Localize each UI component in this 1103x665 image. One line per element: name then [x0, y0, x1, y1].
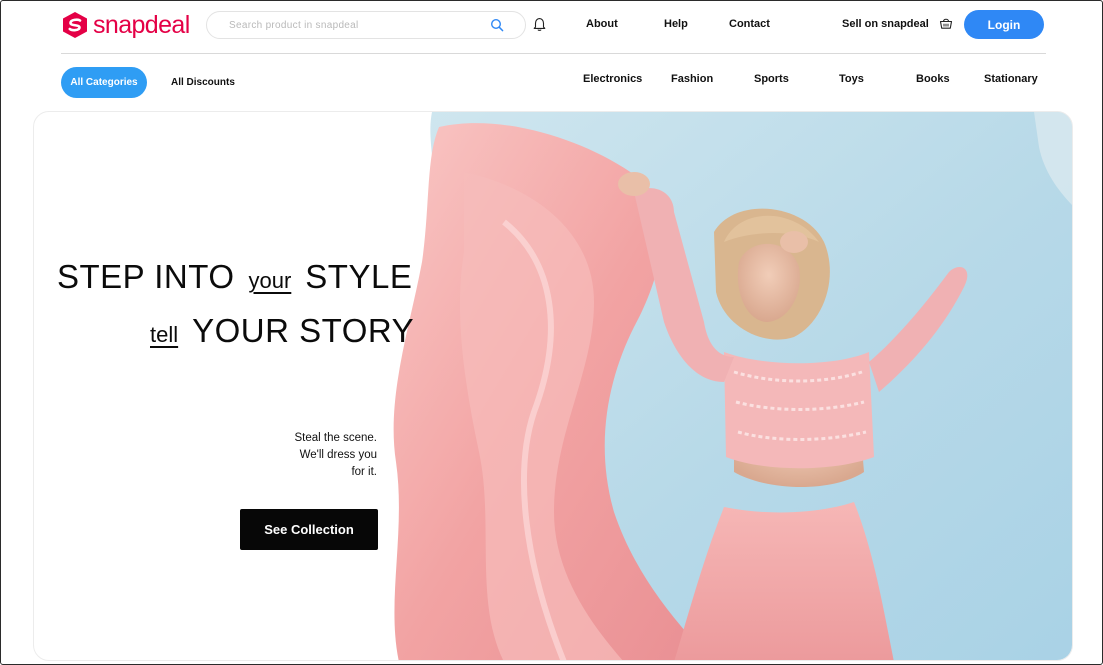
headline-your: your — [248, 268, 292, 293]
headline-line-2: tell YOUR STORY — [150, 312, 414, 350]
search-bar — [206, 11, 526, 39]
nav-help[interactable]: Help — [664, 18, 688, 30]
headline-style: STYLE — [305, 258, 413, 295]
header-divider — [61, 53, 1046, 54]
bell-icon[interactable] — [532, 16, 547, 32]
hero-fashion-image — [393, 112, 1072, 660]
nav-about[interactable]: About — [586, 18, 618, 30]
category-stationary[interactable]: Stationary — [984, 73, 1038, 85]
nav-contact[interactable]: Contact — [729, 18, 770, 30]
headline-your-story: YOUR STORY — [192, 312, 415, 349]
login-button[interactable]: Login — [964, 10, 1044, 39]
category-books[interactable]: Books — [916, 73, 950, 85]
category-sports[interactable]: Sports — [754, 73, 789, 85]
snapdeal-logo[interactable]: snapdeal — [61, 10, 190, 40]
basket-icon[interactable] — [939, 16, 953, 30]
hero-banner: STEP INTO your STYLE tell YOUR STORY Ste… — [33, 111, 1073, 661]
tagline-line-2: We'll dress you — [299, 449, 377, 461]
hero-tagline: Steal the scene. We'll dress you for it. — [237, 430, 377, 481]
search-input[interactable] — [229, 12, 479, 38]
tagline-line-1: Steal the scene. — [294, 432, 377, 444]
logo-text: snapdeal — [93, 10, 190, 39]
search-icon[interactable] — [490, 18, 504, 32]
headline-tell: tell — [150, 322, 179, 347]
snapdeal-logo-icon — [63, 12, 87, 38]
tagline-line-3: for it. — [351, 466, 377, 478]
see-collection-button[interactable]: See Collection — [240, 509, 378, 550]
headline-line-1: STEP INTO your STYLE — [57, 258, 412, 296]
all-discounts-link[interactable]: All Discounts — [171, 77, 235, 88]
all-categories-button[interactable]: All Categories — [61, 67, 147, 98]
sell-on-snapdeal-link[interactable]: Sell on snapdeal — [842, 18, 929, 30]
page-frame: snapdeal About Help Contact Sell on snap… — [0, 0, 1103, 665]
headline-step-into: STEP INTO — [57, 258, 235, 295]
category-toys[interactable]: Toys — [839, 73, 864, 85]
category-fashion[interactable]: Fashion — [671, 73, 713, 85]
category-electronics[interactable]: Electronics — [583, 73, 642, 85]
